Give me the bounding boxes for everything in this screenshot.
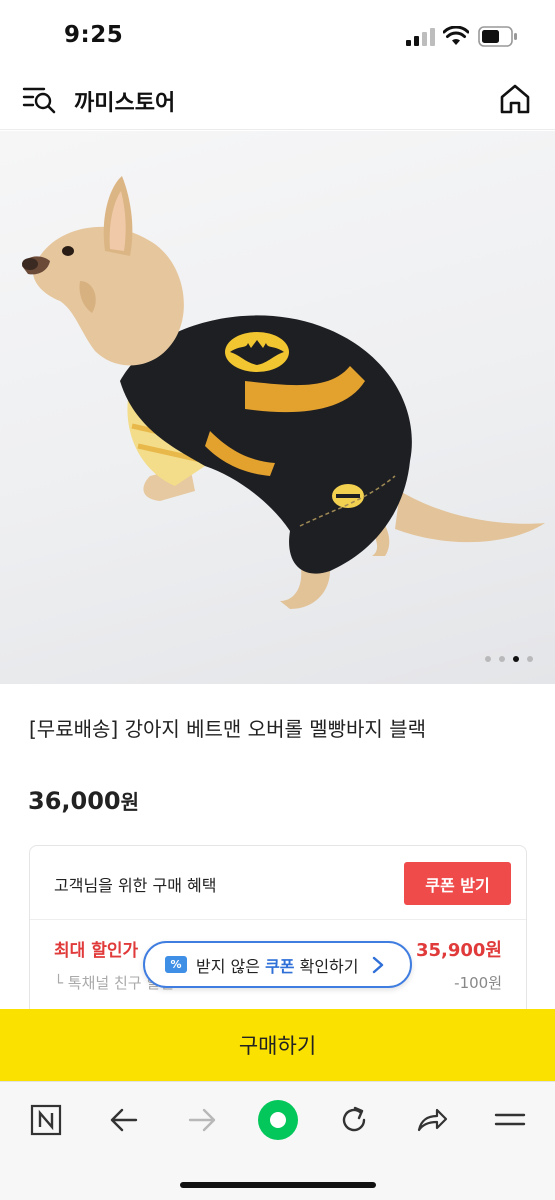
max-discount-label: 최대 할인가 — [54, 941, 139, 961]
store-name[interactable]: 까미스토어 — [74, 85, 175, 117]
cellular-signal-icon — [406, 28, 435, 46]
product-price: 36,000원 — [28, 786, 139, 815]
forward-arrow-icon[interactable] — [182, 1100, 222, 1140]
unclaimed-coupon-pill[interactable]: % 받지 않은 쿠폰 확인하기 — [143, 941, 412, 988]
home-indicator[interactable] — [180, 1182, 376, 1188]
green-dot-icon[interactable] — [256, 1098, 300, 1142]
coupon-pill-text: 받지 않은 쿠폰 확인하기 — [196, 953, 358, 977]
store-header: 까미스토어 — [0, 72, 555, 130]
home-icon[interactable] — [498, 82, 532, 116]
slider-dots — [485, 656, 533, 662]
back-arrow-icon[interactable] — [104, 1100, 144, 1140]
price-unit: 원 — [120, 790, 140, 814]
pill-text-highlight: 쿠폰 — [265, 956, 295, 976]
chevron-right-icon — [372, 956, 384, 974]
menu-search-icon[interactable] — [22, 84, 58, 114]
refresh-icon[interactable] — [334, 1100, 374, 1140]
menu-icon[interactable] — [490, 1100, 530, 1140]
percent-icon: % — [165, 956, 187, 973]
status-time: 9:25 — [64, 22, 124, 48]
pill-text-before: 받지 않은 — [196, 956, 266, 976]
product-photo — [22, 176, 545, 609]
price-number: 36,000 — [28, 787, 121, 815]
max-discount-price: 35,900원 — [415, 940, 502, 961]
slider-dot[interactable] — [499, 656, 505, 662]
channel-discount-value: -100원 — [454, 974, 502, 992]
slider-dot[interactable] — [527, 656, 533, 662]
slider-dot[interactable] — [485, 656, 491, 662]
buy-button[interactable]: 구매하기 — [0, 1009, 555, 1081]
status-bar: 9:25 — [0, 0, 555, 72]
product-image-slider[interactable] — [0, 131, 555, 684]
slider-dot-active[interactable] — [513, 656, 519, 662]
share-icon[interactable] — [412, 1100, 452, 1140]
get-coupon-button[interactable]: 쿠폰 받기 — [404, 862, 511, 905]
benefit-header: 고객님을 위한 구매 혜택 쿠폰 받기 — [30, 846, 526, 920]
pill-text-after: 확인하기 — [294, 956, 359, 976]
wifi-icon — [443, 26, 469, 45]
product-title: [무료배송] 강아지 베트맨 오버롤 멜빵바지 블랙 — [29, 717, 426, 741]
benefit-title: 고객님을 위한 구매 혜택 — [54, 876, 217, 895]
app-screen: 9:25 까미스토어 [무료배송] 강아지 베트맨 오버롤 멜빵바지 블랙 36… — [0, 0, 555, 1200]
naver-n-icon[interactable] — [26, 1100, 66, 1140]
battery-icon — [478, 26, 517, 47]
purchase-benefit-card: 고객님을 위한 구매 혜택 쿠폰 받기 최대 할인가 35,900원 └ 톡채널… — [29, 845, 527, 1020]
